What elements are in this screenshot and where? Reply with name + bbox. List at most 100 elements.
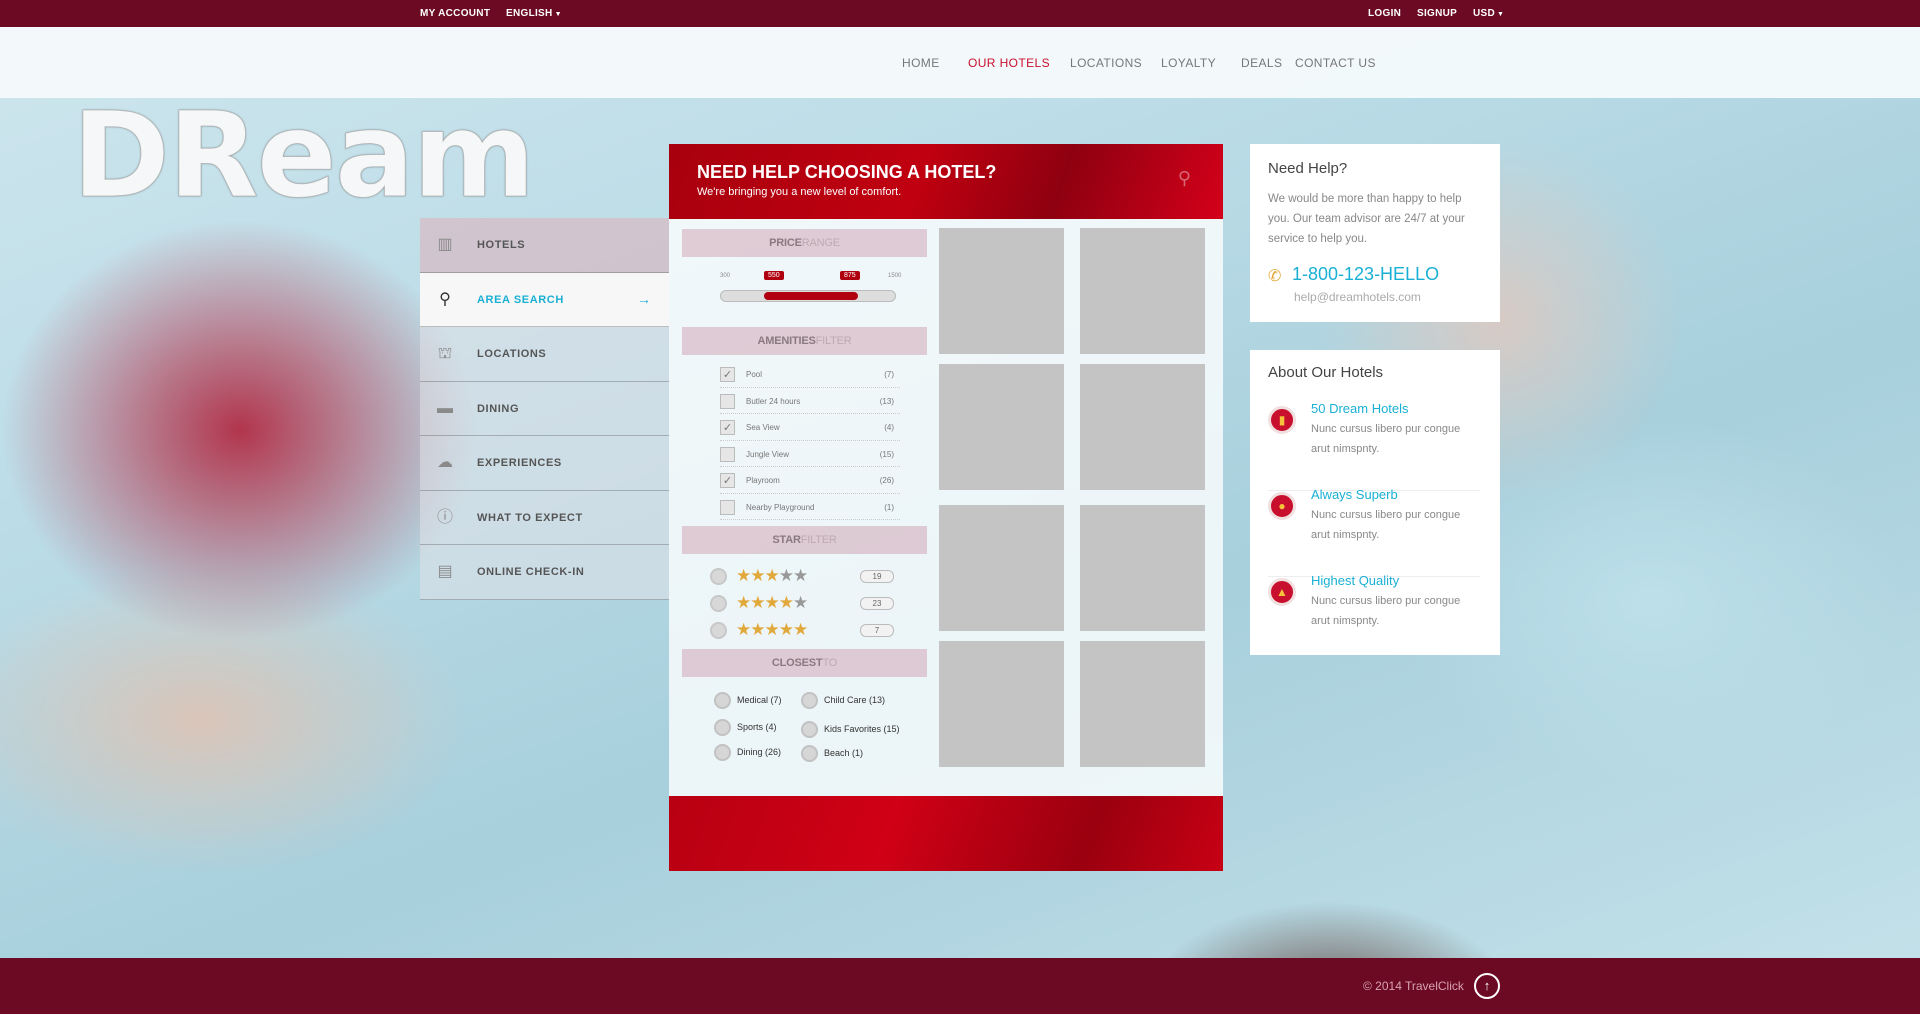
top-bar: MY ACCOUNT ENGLISH ▼ LOGIN SIGNUP USD ▼ xyxy=(0,0,1920,27)
checkbox[interactable] xyxy=(720,499,735,515)
amenity-row[interactable]: Nearby Playground (1) xyxy=(720,494,900,520)
amenity-name: Playroom xyxy=(746,476,780,485)
amenities-filter-header: AMENITIESFILTER xyxy=(682,327,927,355)
sidebar-item-label: WHAT TO EXPECT xyxy=(477,511,583,524)
star-count: 23 xyxy=(860,597,894,610)
checkbox[interactable] xyxy=(720,393,735,409)
radio-button[interactable] xyxy=(710,622,727,639)
hotel-thumbnail[interactable] xyxy=(1080,505,1205,631)
sidebar-item-label: ONLINE CHECK-IN xyxy=(477,566,585,578)
sidebar-item-locations[interactable]: ⛫ LOCATIONS xyxy=(420,327,669,382)
hotel-icon: ▥ xyxy=(437,236,453,253)
search-icon[interactable]: ⚲ xyxy=(1178,168,1191,189)
option-label: Medical (7) xyxy=(737,695,782,705)
sidebar-menu: ▥ HOTELS ⚲ AREA SEARCH → ⛫ LOCATIONS ▬ D… xyxy=(420,218,669,600)
option-label: Beach (1) xyxy=(824,748,864,758)
amenities-list: ✓ Pool (7) Butler 24 hours (13) ✓ Sea View (4… xyxy=(682,355,927,526)
slider-range-fill[interactable] xyxy=(764,292,858,300)
search-icon: ⚲ xyxy=(439,290,451,308)
radio-button[interactable] xyxy=(714,692,731,709)
nav-home[interactable]: HOME xyxy=(902,56,940,70)
radio-button[interactable] xyxy=(710,568,727,585)
price-slider[interactable]: 300 550 875 1500 xyxy=(682,257,927,327)
checkbox-checked[interactable]: ✓ xyxy=(720,420,735,435)
star-count: 7 xyxy=(860,624,894,637)
radio-button[interactable] xyxy=(710,595,727,612)
help-email[interactable]: help@dreamhotels.com xyxy=(1294,290,1421,304)
language-label: ENGLISH xyxy=(506,8,553,19)
checkbox-checked[interactable]: ✓ xyxy=(720,473,735,488)
need-help-title: Need Help? xyxy=(1268,160,1348,177)
hotel-thumbnail[interactable] xyxy=(939,228,1064,354)
search-panel-subtitle: We're bringing you a new level of comfor… xyxy=(697,186,902,198)
nav-deals[interactable]: DEALS xyxy=(1241,56,1282,70)
header-bold: CLOSEST xyxy=(771,657,823,669)
sidebar-item-what-to-expect[interactable]: ⓘ WHAT TO EXPECT xyxy=(420,490,669,545)
nav-contact-us[interactable]: CONTACT US xyxy=(1295,56,1376,70)
price-min-label: 300 xyxy=(720,273,731,279)
star-row-5[interactable]: ★★★★★ 7 xyxy=(710,618,927,645)
logo[interactable]: DReam xyxy=(72,96,647,215)
amenity-count: (26) xyxy=(879,476,894,485)
need-help-box: Need Help? We would be more than happy t… xyxy=(1250,144,1500,322)
phone-icon: ✆ xyxy=(1268,268,1282,285)
my-account-link[interactable]: MY ACCOUNT xyxy=(420,8,490,19)
search-panel-body: PRICERANGE 300 550 875 1500 AMENITIESFIL… xyxy=(669,219,1223,796)
radio-button[interactable] xyxy=(714,744,731,761)
sidebar-item-label: HOTELS xyxy=(477,239,526,251)
copyright: © 2014 TravelClick xyxy=(1363,979,1464,993)
radio-button[interactable] xyxy=(801,692,818,709)
amenity-row[interactable]: ✓ Pool (7) xyxy=(720,361,900,388)
hotel-thumbnail[interactable] xyxy=(939,641,1064,767)
hotel-thumbnail[interactable] xyxy=(939,364,1064,490)
header-light: TO xyxy=(822,657,838,669)
sidebar-item-hotels[interactable]: ▥ HOTELS xyxy=(420,218,669,273)
hotel-search-panel: NEED HELP CHOOSING A HOTEL? We're bringi… xyxy=(669,144,1223,871)
amenity-count: (13) xyxy=(879,396,894,406)
feature-text: Nunc cursus libero pur congue arut nimsp… xyxy=(1311,509,1461,541)
arrow-up-icon[interactable]: ↑ xyxy=(1474,973,1500,999)
locations-icon: ⛫ xyxy=(437,345,453,362)
hotel-thumbnail[interactable] xyxy=(1080,641,1205,767)
option-label: Child Care (13) xyxy=(824,695,886,705)
nav-our-hotels[interactable]: OUR HOTELS xyxy=(968,56,1050,70)
sidebar-item-online-check-in[interactable]: ▤ ONLINE CHECK-IN xyxy=(420,545,669,600)
amenity-count: (1) xyxy=(884,502,894,512)
feature-title[interactable]: 50 Dream Hotels xyxy=(1311,401,1409,416)
radio-button[interactable] xyxy=(801,745,818,762)
checkbox[interactable] xyxy=(720,446,735,462)
checkbox-checked[interactable]: ✓ xyxy=(720,367,735,382)
star-row-4[interactable]: ★★★★★ 23 xyxy=(710,591,927,618)
header-bold: AMENITIES xyxy=(757,335,816,347)
chevron-down-icon: ▼ xyxy=(554,11,562,18)
amenity-row[interactable]: Butler 24 hours (13) xyxy=(720,388,900,414)
option-label: Kids Favorites (15) xyxy=(824,724,900,734)
star-rating-icon: ★★★★★ xyxy=(736,566,808,585)
option-label: Sports (4) xyxy=(737,722,777,732)
nav-locations[interactable]: LOCATIONS xyxy=(1070,56,1142,70)
amenity-row[interactable]: ✓ Sea View (4) xyxy=(720,414,900,441)
hotel-thumbnail[interactable] xyxy=(939,505,1064,631)
login-link[interactable]: LOGIN xyxy=(1368,8,1401,19)
radio-button[interactable] xyxy=(801,721,818,738)
amenity-name: Jungle View xyxy=(746,449,789,459)
language-select[interactable]: ENGLISH ▼ xyxy=(506,8,562,19)
sidebar-item-area-search[interactable]: ⚲ AREA SEARCH → xyxy=(420,272,669,327)
nav-loyalty[interactable]: LOYALTY xyxy=(1161,56,1216,70)
feature-title[interactable]: Always Superb xyxy=(1311,487,1398,502)
header-light: FILTER xyxy=(800,534,837,546)
signup-link[interactable]: SIGNUP xyxy=(1417,8,1457,19)
chevron-down-icon: ▼ xyxy=(1497,11,1505,18)
amenity-row[interactable]: Jungle View (15) xyxy=(720,441,900,467)
radio-button[interactable] xyxy=(714,719,731,736)
hotel-thumbnail[interactable] xyxy=(1080,228,1205,354)
sidebar-item-experiences[interactable]: ☁ EXPERIENCES xyxy=(420,436,669,491)
hotel-thumbnail[interactable] xyxy=(1080,364,1205,490)
currency-select[interactable]: USD ▼ xyxy=(1473,8,1504,19)
star-row-3[interactable]: ★★★★★ 19 xyxy=(710,564,927,591)
sidebar-item-dining[interactable]: ▬ DINING xyxy=(420,381,669,436)
feature-title[interactable]: Highest Quality xyxy=(1311,573,1399,588)
sidebar-item-label: DINING xyxy=(477,402,520,415)
amenity-row[interactable]: ✓ Playroom (26) xyxy=(720,467,900,494)
phone-number[interactable]: 1-800-123-HELLO xyxy=(1292,264,1439,285)
